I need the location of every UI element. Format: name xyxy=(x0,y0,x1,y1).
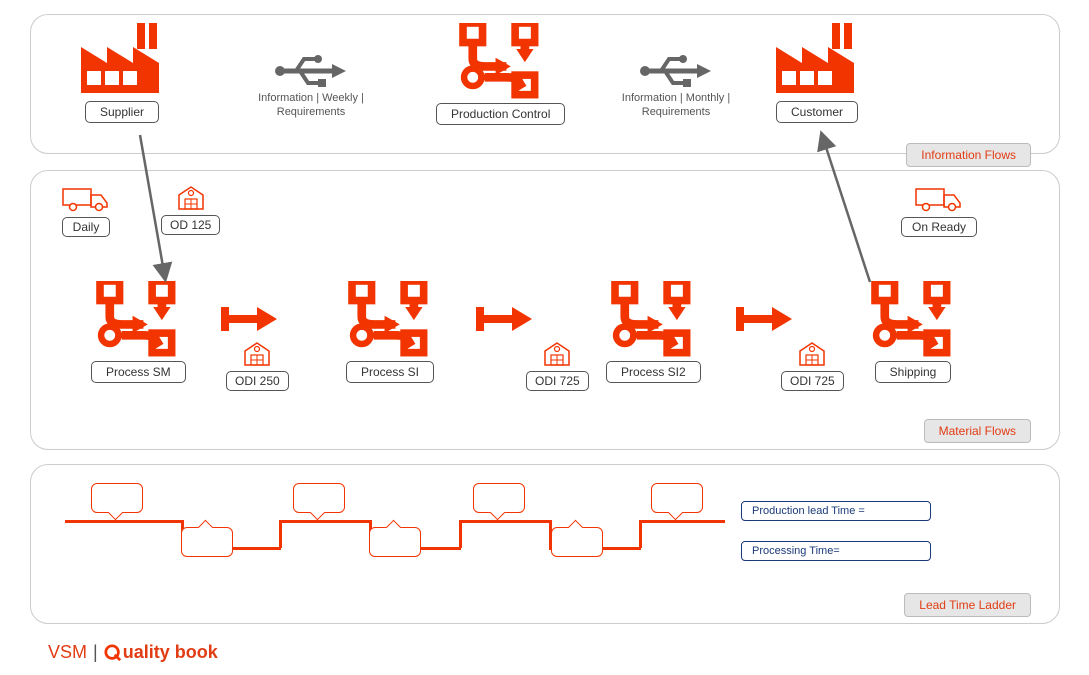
process-sm-node: Process SM xyxy=(91,281,186,383)
lead-time-ladder-badge: Lead Time Ladder xyxy=(904,593,1031,617)
warehouse-icon xyxy=(798,341,826,367)
process-si-node: Process SI xyxy=(346,281,434,383)
push-arrow-1 xyxy=(221,301,279,337)
material-flows-panel: Material Flows Daily OD 125 On Ready Pro… xyxy=(30,170,1060,450)
ladder-bubble-top xyxy=(651,483,703,513)
info-monthly-label: Information | Monthly | Requirements xyxy=(606,91,746,120)
factory-icon xyxy=(776,23,858,97)
info-monthly: Information | Monthly | Requirements xyxy=(606,51,746,120)
push-arrow-3 xyxy=(736,301,794,337)
supplier-label: Supplier xyxy=(85,101,159,123)
ladder-bubble-top xyxy=(473,483,525,513)
lead-time-ladder-panel: Lead Time Ladder Production lead Time = … xyxy=(30,464,1060,624)
process-icon xyxy=(454,23,548,99)
production-control-node: Production Control xyxy=(436,23,565,125)
ladder-seg xyxy=(459,520,462,548)
daily-node: Daily xyxy=(61,185,111,237)
od125-label: OD 125 xyxy=(161,215,220,235)
process-si-label: Process SI xyxy=(346,361,434,383)
process-icon xyxy=(96,281,180,357)
shipping-label: Shipping xyxy=(875,361,952,383)
ladder-bubble-bot xyxy=(369,527,421,557)
push-arrow-2 xyxy=(476,301,534,337)
ladder-seg xyxy=(639,520,642,548)
od125-node: OD 125 xyxy=(161,185,220,235)
warehouse-icon xyxy=(543,341,571,367)
usb-icon xyxy=(639,51,713,91)
truck-icon xyxy=(914,185,964,213)
push-arrow-icon xyxy=(736,301,794,337)
supplier-node: Supplier xyxy=(81,23,163,123)
odi725b-label: ODI 725 xyxy=(781,371,844,391)
daily-label: Daily xyxy=(62,217,111,237)
footer-brand: uality book xyxy=(104,642,218,663)
push-arrow-icon xyxy=(476,301,534,337)
ladder-seg xyxy=(279,520,282,548)
info-weekly: Information | Weekly | Requirements xyxy=(246,51,376,120)
warehouse-icon xyxy=(177,185,205,211)
ladder-seg xyxy=(639,520,725,523)
warehouse-icon xyxy=(243,341,271,367)
process-si2-label: Process SI2 xyxy=(606,361,701,383)
production-control-label: Production Control xyxy=(436,103,565,125)
q-logo-icon xyxy=(104,644,122,662)
odi250-label: ODI 250 xyxy=(226,371,289,391)
process-icon xyxy=(348,281,432,357)
ladder-bubble-top xyxy=(293,483,345,513)
odi725a-node: ODI 725 xyxy=(526,341,589,391)
production-lead-time-box: Production lead Time = xyxy=(741,501,931,521)
material-flows-badge: Material Flows xyxy=(924,419,1031,443)
odi250-node: ODI 250 xyxy=(226,341,289,391)
footer-sep: | xyxy=(93,642,98,663)
odi725b-node: ODI 725 xyxy=(781,341,844,391)
information-flows-badge: Information Flows xyxy=(906,143,1031,167)
footer: VSM | uality book xyxy=(48,642,218,663)
process-sm-label: Process SM xyxy=(91,361,186,383)
push-arrow-icon xyxy=(221,301,279,337)
process-si2-node: Process SI2 xyxy=(606,281,701,383)
ladder-bubble-bot xyxy=(181,527,233,557)
ladder-bubble-top xyxy=(91,483,143,513)
process-icon xyxy=(871,281,955,357)
footer-vsm: VSM xyxy=(48,642,87,663)
customer-label: Customer xyxy=(776,101,858,123)
odi725a-label: ODI 725 xyxy=(526,371,589,391)
on-ready-node: On Ready xyxy=(901,185,977,237)
info-weekly-label: Information | Weekly | Requirements xyxy=(246,91,376,120)
truck-icon xyxy=(61,185,111,213)
footer-brand-text: uality book xyxy=(123,642,218,663)
process-icon xyxy=(611,281,695,357)
information-flows-panel: Information Flows Supplier Information |… xyxy=(30,14,1060,154)
usb-icon xyxy=(274,51,348,91)
ladder-seg xyxy=(279,520,371,523)
factory-icon xyxy=(81,23,163,97)
customer-node: Customer xyxy=(776,23,858,123)
processing-time-box: Processing Time= xyxy=(741,541,931,561)
ladder-bubble-bot xyxy=(551,527,603,557)
ladder-seg xyxy=(65,520,183,523)
shipping-node: Shipping xyxy=(871,281,955,383)
ladder-seg xyxy=(459,520,551,523)
on-ready-label: On Ready xyxy=(901,217,977,237)
